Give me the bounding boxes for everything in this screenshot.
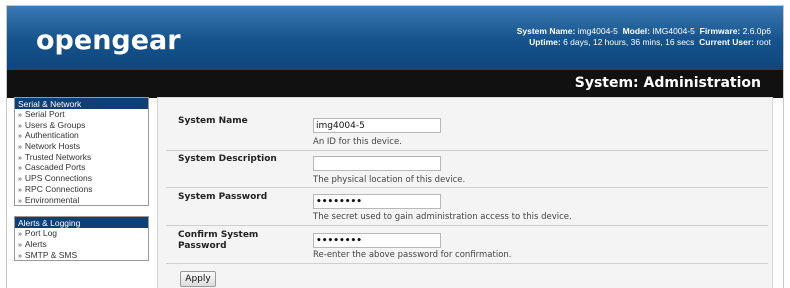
system-name-label: System Name [178, 116, 248, 126]
bullet-icon: » [18, 144, 22, 152]
sidebar-item-port-log[interactable]: » Port Log [15, 228, 148, 239]
system-description-input[interactable] [313, 156, 441, 171]
header-bar: opengear System Name: img4004-5 Model: I… [7, 6, 783, 70]
bullet-icon: » [18, 241, 22, 249]
apply-button[interactable]: Apply [180, 271, 216, 287]
sidebar-item-label: UPS Connections [24, 173, 92, 184]
sidebar-item-serial-port[interactable]: » Serial Port [15, 109, 148, 120]
current-user-label: Current User: [699, 37, 754, 47]
sidebar-item-label: Network Hosts [24, 141, 81, 152]
sidebar-item-label: Cascaded Ports [24, 162, 86, 173]
bullet-icon: » [18, 154, 22, 162]
sidebar-item-network-hosts[interactable]: » Network Hosts [15, 141, 148, 152]
model-value: IMG4004-5 [652, 26, 695, 36]
current-user-value: root [756, 37, 771, 47]
sidebar-item-label: Environmental [24, 194, 80, 205]
system-name-help: An ID for this device. [313, 137, 402, 147]
system-name-label: System Name: [516, 26, 576, 36]
confirm-password-label-line2: Password [178, 241, 227, 251]
page-title: System: Administration [574, 75, 761, 91]
nav-section-title[interactable]: Serial & Network [15, 98, 148, 109]
sidebar-item-label: Authentication [24, 130, 79, 141]
sidebar-item-label: SMTP & SMS [24, 249, 78, 260]
system-description-help: The physical location of this device. [313, 175, 466, 185]
nav-section-title[interactable]: Alerts & Logging [15, 217, 148, 229]
system-name-input[interactable]: img4004-5 [313, 118, 441, 133]
sidebar-item-trusted-networks[interactable]: » Trusted Networks [15, 152, 148, 163]
bullet-icon: » [18, 231, 22, 239]
confirm-password-help: Re-enter the above password for confirma… [313, 250, 512, 260]
bullet-icon: » [18, 165, 22, 173]
sidebar-item-authentication[interactable]: » Authentication [15, 130, 148, 141]
confirm-password-label: Confirm System Password [178, 230, 258, 252]
system-info-line-1: System Name: img4004-5 Model: IMG4004-5 … [517, 26, 771, 37]
nav-section-serial-network: Serial & Network » Serial Port » Users & G… [14, 97, 149, 207]
sidebar-item-users-groups[interactable]: » Users & Groups [15, 120, 148, 131]
sidebar-item-alerts[interactable]: » Alerts [15, 239, 148, 250]
sidebar-item-label: Serial Port [24, 109, 65, 119]
sidebar-item-label: Port Log [24, 228, 58, 239]
system-password-help: The secret used to gain administration a… [313, 212, 572, 222]
model-label: Model: [622, 26, 650, 36]
system-password-label: System Password [178, 192, 268, 202]
confirm-password-input[interactable]: •••••••• [313, 233, 441, 248]
bullet-icon: » [18, 112, 22, 119]
bullet-icon: » [18, 252, 22, 260]
bullet-icon: » [18, 133, 22, 141]
system-description-label: System Description [178, 154, 277, 164]
firmware-value: 2.6.0p6 [742, 26, 771, 36]
uptime-value: 6 days, 12 hours, 36 mins, 16 secs [563, 37, 695, 47]
sidebar-item-ups-connections[interactable]: » UPS Connections [15, 173, 148, 184]
system-password-input[interactable]: •••••••• [313, 194, 441, 209]
confirm-password-label-line1: Confirm System [178, 230, 259, 240]
bullet-icon: » [18, 186, 22, 194]
sidebar-item-label: Alerts [24, 238, 47, 249]
sidebar-item-label: RPC Connections [24, 183, 93, 194]
title-bar: System: Administration [7, 70, 783, 98]
divider [166, 187, 768, 188]
admin-form-panel: System Name img4004-5 An ID for this dev… [157, 97, 773, 288]
firmware-label: Firmware: [699, 26, 741, 36]
divider [166, 263, 768, 264]
sidebar-item-label: Trusted Networks [24, 151, 92, 162]
system-info-line-2: Uptime: 6 days, 12 hours, 36 mins, 16 se… [517, 37, 771, 48]
divider [166, 150, 768, 151]
uptime-label: Uptime: [529, 37, 561, 47]
opengear-logo: opengear [36, 25, 181, 56]
sidebar-item-smtp-sms[interactable]: » SMTP & SMS [15, 250, 148, 261]
sidebar-item-environmental[interactable]: » Environmental [15, 195, 148, 206]
system-name-value: img4004-5 [577, 26, 618, 36]
nav-section-alerts-logging: Alerts & Logging » Port Log » Alerts » SMTP… [14, 216, 149, 262]
sidebar-item-cascaded-ports[interactable]: » Cascaded Ports [15, 162, 148, 173]
sidebar: Serial & Network » Serial Port » Users & G… [14, 97, 149, 271]
sidebar-item-label: Users & Groups [24, 119, 86, 130]
bullet-icon: » [18, 176, 22, 184]
system-info: System Name: img4004-5 Model: IMG4004-5 … [517, 26, 771, 48]
bullet-icon: » [18, 197, 22, 205]
bullet-icon: » [18, 122, 22, 130]
sidebar-item-rpc-connections[interactable]: » RPC Connections [15, 184, 148, 195]
divider [166, 225, 768, 226]
